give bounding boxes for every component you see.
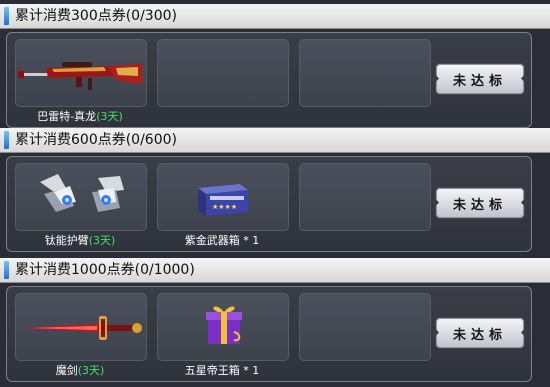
reward-slot[interactable]: ★★★★ [157,163,289,231]
tier-header: 累计消费1000点券(0/1000) [0,258,550,283]
reward-label: 五星帝王箱 * 1 [157,362,287,378]
tier-marker [4,261,9,279]
reward-label: 魔剑(3天) [15,362,145,378]
reward-slot-empty [157,39,289,107]
reward-name: 魔剑 [55,364,78,377]
tier-panel: ★★★★ 钛能护臂(3天) 紫金武器箱 * 1 未达标 [6,156,532,252]
tier-title: 累计消费300点券(0/300) [15,8,177,24]
tier-panel: 魔剑(3天) 五星帝王箱 * 1 未达标 [6,286,532,382]
sniper-rifle-icon [18,62,142,90]
tier-title: 累计消费1000点券(0/1000) [15,262,195,278]
tier-panel: 巴雷特-真龙(3天) 未达标 [6,32,532,128]
reward-duration: (3天) [96,110,123,123]
tier-marker [4,131,9,149]
reward-slot-empty [299,293,431,361]
reward-slot[interactable] [15,293,147,361]
reward-slot-empty [299,163,431,231]
reward-label: 钛能护臂(3天) [15,232,145,248]
tier-title: 累计消费600点券(0/600) [15,132,177,148]
status-button[interactable]: 未达标 [435,63,525,95]
reward-slot[interactable] [15,39,147,107]
status-button[interactable]: 未达标 [435,187,525,219]
reward-slot[interactable] [157,293,289,361]
reward-slot-empty [299,39,431,107]
gift-box-icon [206,306,242,344]
tier-header: 累计消费600点券(0/600) [0,128,550,153]
reward-name: 钛能护臂 [44,234,89,247]
svg-text:★★★★: ★★★★ [212,203,237,211]
tier-marker [4,7,9,25]
reward-label: 紫金武器箱 * 1 [157,232,287,248]
sword-icon [21,316,142,340]
reward-duration: (3天) [88,234,116,247]
reward-name: 五星帝王箱 * 1 [184,364,260,377]
weapon-box-icon: ★★★★ [198,184,248,216]
reward-name: 巴雷特-真龙 [37,110,97,123]
armguard-icon [40,174,124,212]
reward-duration: (3天) [77,364,105,377]
tier-header: 累计消费300点券(0/300) [0,4,550,29]
reward-slot[interactable] [15,163,147,231]
reward-name: 紫金武器箱 * 1 [184,234,260,247]
status-button[interactable]: 未达标 [435,317,525,349]
reward-label: 巴雷特-真龙(3天) [15,108,145,124]
